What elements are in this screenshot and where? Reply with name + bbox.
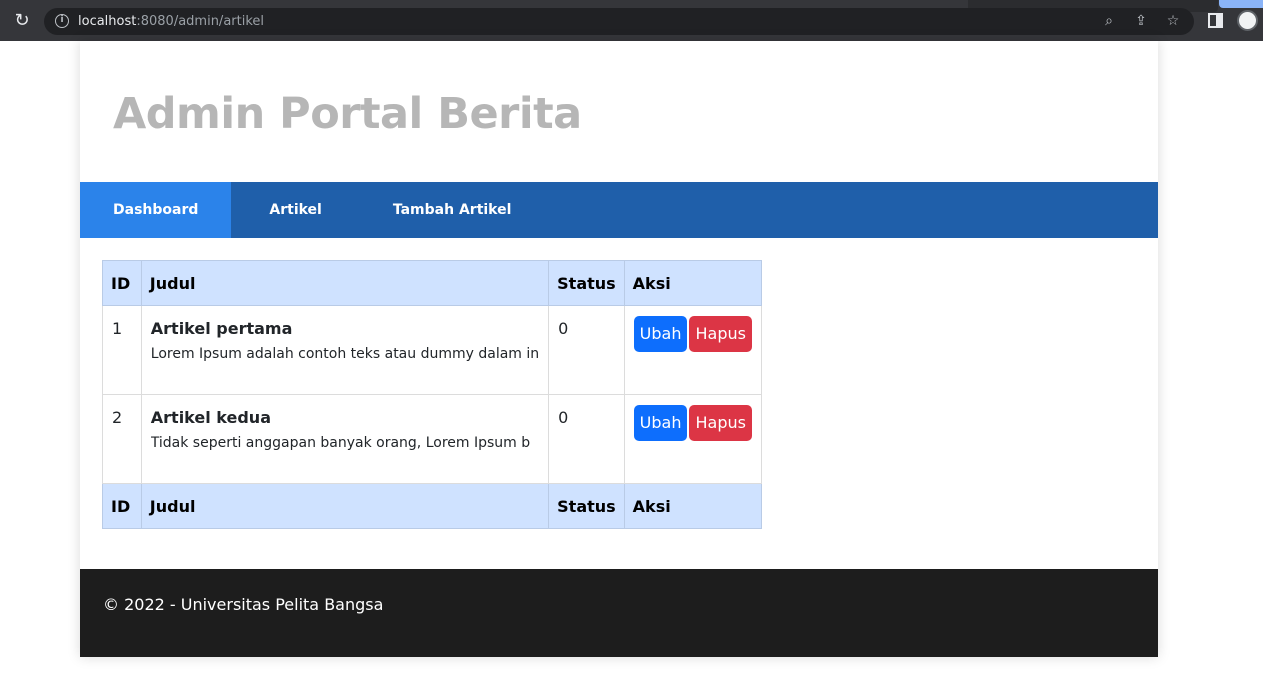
cell-id: 1 [102, 305, 142, 395]
browser-toolbar: ↻ i localhost:8080/admin/artikel ⌕ ⇪ ☆ [0, 0, 1263, 41]
article-title: Artikel pertama [150, 319, 293, 338]
url-path: :8080/admin/artikel [136, 14, 265, 29]
column-header-status: Status [548, 260, 625, 306]
zoom-icon[interactable]: ⌕ [1100, 12, 1118, 30]
footer-copyright: © 2022 - Universitas Pelita Bangsa [103, 595, 384, 614]
cell-judul: Artikel pertama Lorem Ipsum adalah conto… [140, 305, 550, 395]
article-excerpt: Tidak seperti anggapan banyak orang, Lor… [150, 435, 531, 451]
footer-header-judul: Judul [140, 483, 550, 529]
star-icon[interactable]: ☆ [1164, 12, 1182, 30]
page-container: Admin Portal Berita Dashboard Artikel Ta… [80, 41, 1158, 657]
nav-item-tambah-artikel[interactable]: Tambah Artikel [360, 182, 545, 238]
main-nav: Dashboard Artikel Tambah Artikel [80, 182, 1158, 238]
article-table: ID Judul Status Aksi 1 Artikel pertama L… [102, 260, 763, 529]
side-panel-icon[interactable] [1208, 13, 1223, 28]
share-icon[interactable]: ⇪ [1132, 12, 1150, 30]
cell-judul: Artikel kedua Tidak seperti anggapan ban… [140, 394, 550, 484]
url-host: localhost [78, 14, 137, 29]
cell-status: 0 [548, 394, 625, 484]
info-icon[interactable]: i [55, 14, 69, 28]
address-bar[interactable]: i localhost:8080/admin/artikel ⌕ ⇪ ☆ [44, 8, 1194, 35]
footer-header-aksi: Aksi [623, 483, 763, 529]
profile-avatar[interactable] [1237, 10, 1258, 31]
table-footer-row: ID Judul Status Aksi [102, 483, 763, 529]
footer-header-id: ID [102, 483, 142, 529]
cell-id: 2 [102, 394, 142, 484]
table-row: 1 Artikel pertama Lorem Ipsum adalah con… [102, 305, 763, 395]
column-header-id: ID [102, 260, 142, 306]
footer-header-status: Status [548, 483, 625, 529]
article-table-wrapper: ID Judul Status Aksi 1 Artikel pertama L… [102, 260, 763, 529]
delete-button[interactable]: Hapus [689, 316, 752, 352]
cell-aksi: Ubah Hapus [623, 305, 763, 395]
cell-aksi: Ubah Hapus [623, 394, 763, 484]
nav-item-artikel[interactable]: Artikel [231, 182, 359, 238]
article-title: Artikel kedua [150, 408, 271, 427]
delete-button[interactable]: Hapus [689, 405, 752, 441]
article-excerpt: Lorem Ipsum adalah contoh teks atau dumm… [150, 346, 540, 362]
page-header: Admin Portal Berita [80, 41, 1158, 182]
url-text[interactable]: localhost:8080/admin/artikel [78, 13, 264, 30]
tab-accent [1219, 0, 1263, 8]
column-header-aksi: Aksi [623, 260, 763, 306]
site-title: Admin Portal Berita [113, 89, 582, 139]
edit-button[interactable]: Ubah [633, 405, 688, 441]
table-header-row: ID Judul Status Aksi [102, 260, 763, 306]
nav-item-dashboard[interactable]: Dashboard [80, 182, 232, 238]
reload-icon[interactable]: ↻ [12, 11, 32, 31]
cell-status: 0 [548, 305, 625, 395]
edit-button[interactable]: Ubah [633, 316, 688, 352]
table-row: 2 Artikel kedua Tidak seperti anggapan b… [102, 394, 763, 484]
page-footer: © 2022 - Universitas Pelita Bangsa [80, 569, 1158, 657]
column-header-judul: Judul [140, 260, 550, 306]
